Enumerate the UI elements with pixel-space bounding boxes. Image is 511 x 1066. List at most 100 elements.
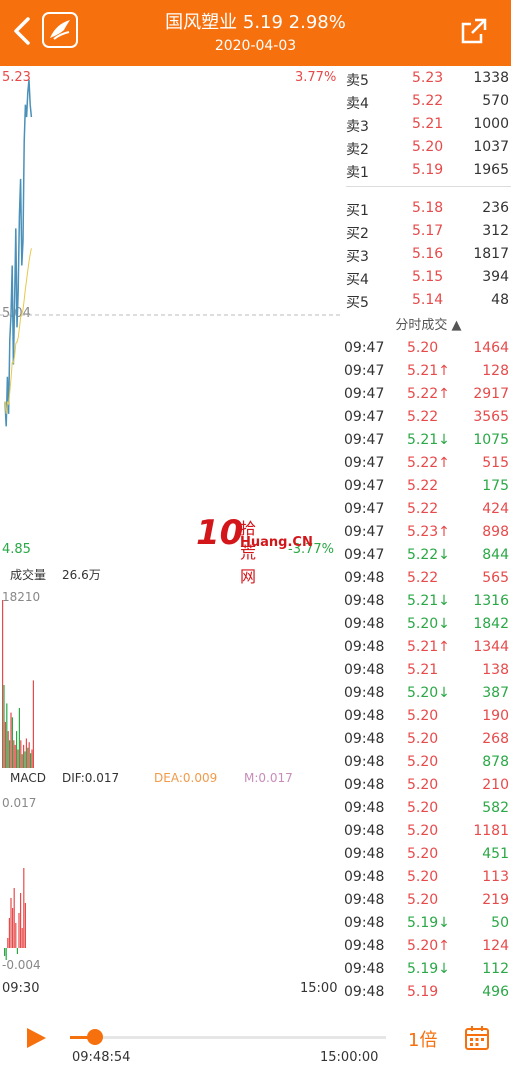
ask-list: 卖5 5.23 1338 卖4 5.22 570 卖3 5.21 1000 卖2 5.20 1037 卖… <box>346 68 511 183</box>
bid-price: 5.14 <box>412 292 444 308</box>
bid-level-label: 买5 <box>346 295 369 311</box>
volume-bar <box>11 717 13 768</box>
trade-price: 5.20↓ <box>407 685 450 701</box>
macd-bar <box>23 868 25 948</box>
trade-time: 09:47 <box>344 547 385 563</box>
trade-time: 09:48 <box>344 846 385 862</box>
macd-bar <box>4 948 6 956</box>
volume-bar <box>21 754 23 768</box>
volume-bar <box>17 749 19 768</box>
trade-price: 5.22 <box>407 478 439 494</box>
trade-row: 09:48 5.20 878 <box>344 752 511 775</box>
trade-row: 09:47 5.21↓ 1075 <box>344 430 511 453</box>
trade-price: 5.19 <box>407 984 439 1000</box>
volume-bar <box>6 703 8 768</box>
playback-slider-knob[interactable] <box>87 1029 104 1045</box>
trade-price: 5.20 <box>407 777 439 793</box>
bid-row: 买5 5.14 48 <box>346 290 511 313</box>
calendar-icon[interactable] <box>463 1024 491 1052</box>
trade-volume: 3565 <box>473 409 509 425</box>
trade-volume: 387 <box>482 685 509 701</box>
trade-price: 5.23↑ <box>407 524 450 540</box>
trades-header[interactable]: 分时成交 ▲ <box>346 314 511 336</box>
trade-price: 5.20 <box>407 823 439 839</box>
trade-price: 5.21↑ <box>407 363 450 379</box>
bid-row: 买3 5.16 1817 <box>346 244 511 267</box>
trade-price: 5.20 <box>407 869 439 885</box>
trade-time: 09:47 <box>344 386 385 402</box>
trade-volume: 128 <box>482 363 509 379</box>
trade-price: 5.20 <box>407 754 439 770</box>
trade-time: 09:48 <box>344 616 385 632</box>
price-line-layer <box>4 79 33 427</box>
trade-price: 5.20↓ <box>407 616 450 632</box>
current-time-label: 09:48:54 <box>72 1050 131 1065</box>
trade-price: 5.21 <box>407 662 439 678</box>
watermark-en: Huang.CN <box>240 535 313 550</box>
volume-bar <box>28 742 30 768</box>
ask-row: 卖1 5.19 1965 <box>346 160 511 183</box>
play-icon[interactable] <box>24 1026 48 1050</box>
trade-row: 09:48 5.20 582 <box>344 798 511 821</box>
trade-price: 5.21↓ <box>407 432 450 448</box>
trade-volume: 112 <box>482 961 509 977</box>
playback-slider-track[interactable] <box>70 1036 386 1039</box>
trade-row: 09:47 5.20 1464 <box>344 338 511 361</box>
bid-level-label: 买2 <box>346 226 369 242</box>
trade-volume: 210 <box>482 777 509 793</box>
trade-row: 09:47 5.22↓ 844 <box>344 545 511 568</box>
trade-time: 09:47 <box>344 501 385 517</box>
trade-time: 09:47 <box>344 432 385 448</box>
trade-price: 5.22↑ <box>407 455 450 471</box>
trade-row: 09:47 5.22↑ 515 <box>344 453 511 476</box>
bid-level-label: 买1 <box>346 203 369 219</box>
trade-time: 09:48 <box>344 685 385 701</box>
trade-price: 5.20 <box>407 846 439 862</box>
trade-time: 09:48 <box>344 984 385 1000</box>
trade-volume: 138 <box>482 662 509 678</box>
volume-bar <box>18 708 20 768</box>
stock-title: 国风塑业 5.19 2.98% <box>165 12 346 33</box>
ask-row: 卖2 5.20 1037 <box>346 137 511 160</box>
volume-bar <box>30 753 32 768</box>
trade-row: 09:48 5.21 138 <box>344 660 511 683</box>
bid-price: 5.16 <box>412 246 444 262</box>
bid-volume: 1817 <box>473 246 509 262</box>
trade-time: 09:48 <box>344 777 385 793</box>
trade-time: 09:48 <box>344 662 385 678</box>
trade-time: 09:47 <box>344 409 385 425</box>
ask-row: 卖5 5.23 1338 <box>346 68 511 91</box>
volume-bar <box>16 731 18 768</box>
trade-time: 09:48 <box>344 892 385 908</box>
volume-bar <box>23 744 25 768</box>
macd-bar <box>15 923 17 948</box>
ask-level-label: 卖3 <box>346 119 369 135</box>
ask-volume: 1037 <box>473 139 509 155</box>
share-icon[interactable] <box>459 16 489 46</box>
trade-volume: 844 <box>482 547 509 563</box>
bid-volume: 48 <box>491 292 509 308</box>
volume-bar <box>24 751 26 768</box>
orderbook-divider <box>346 186 511 187</box>
speed-button[interactable]: 1倍 <box>408 1026 437 1052</box>
trade-row: 09:47 5.22 175 <box>344 476 511 499</box>
trade-volume: 496 <box>482 984 509 1000</box>
trade-row: 09:48 5.20↓ 387 <box>344 683 511 706</box>
trade-row: 09:48 5.20 451 <box>344 844 511 867</box>
macd-bar <box>18 913 20 948</box>
end-time-label: 15:00:00 <box>320 1050 379 1065</box>
trade-row: 09:48 5.19↓ 112 <box>344 959 511 982</box>
trade-volume: 50 <box>491 915 509 931</box>
trade-date: 2020-04-03 <box>214 38 297 54</box>
trade-price: 5.21↓ <box>407 593 450 609</box>
trade-volume: 1842 <box>473 616 509 632</box>
volume-bar <box>20 740 22 768</box>
volume-bar <box>2 600 4 768</box>
trade-price: 5.20↑ <box>407 938 450 954</box>
trade-time: 09:48 <box>344 869 385 885</box>
trade-time: 09:47 <box>344 363 385 379</box>
trade-row: 09:47 5.22↑ 2917 <box>344 384 511 407</box>
trade-row: 09:48 5.21↑ 1344 <box>344 637 511 660</box>
trade-price: 5.21↑ <box>407 639 450 655</box>
trade-price: 5.19↓ <box>407 961 450 977</box>
